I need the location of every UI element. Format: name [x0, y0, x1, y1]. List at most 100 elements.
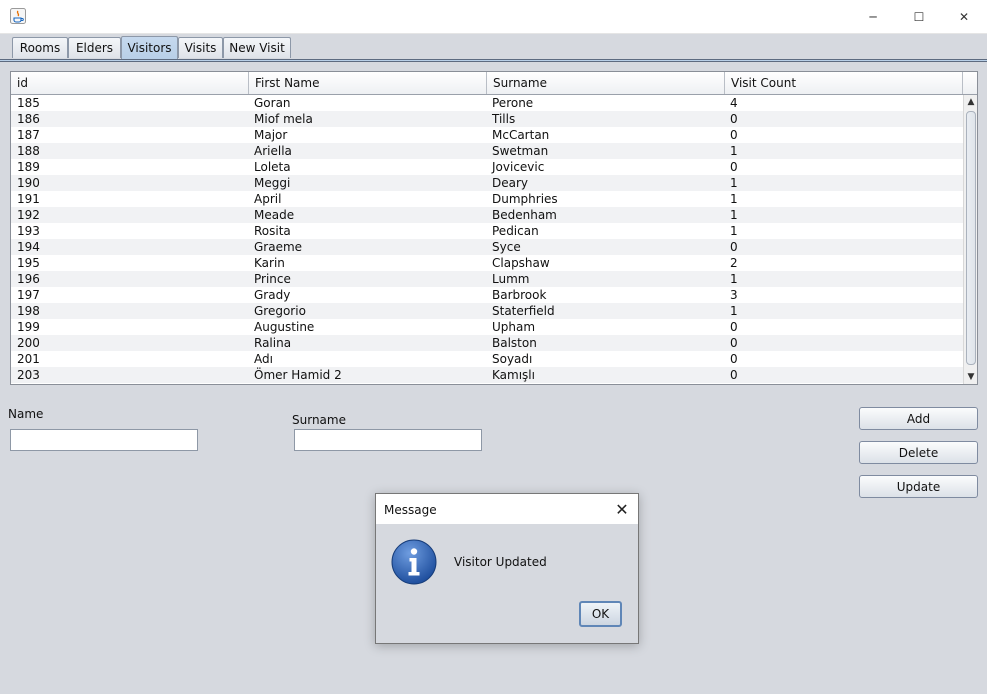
cell-surname: McCartan: [492, 128, 550, 142]
cell-visit-count: 1: [730, 176, 738, 190]
cell-id: 187: [17, 128, 40, 142]
cell-id: 194: [17, 240, 40, 254]
ok-button[interactable]: OK: [579, 601, 622, 627]
cell-id: 188: [17, 144, 40, 158]
cell-visit-count: 1: [730, 224, 738, 238]
maximize-button[interactable]: ☐: [896, 0, 942, 33]
close-window-button[interactable]: ✕: [941, 0, 987, 33]
table-row[interactable]: 185 Goran Perone 4: [11, 95, 963, 111]
cell-visit-count: 1: [730, 192, 738, 206]
table-row[interactable]: 187 Major McCartan 0: [11, 127, 963, 143]
cell-first-name: Gregorio: [254, 304, 306, 318]
cell-visit-count: 0: [730, 112, 738, 126]
table-row[interactable]: 198 Gregorio Staterfield 1: [11, 303, 963, 319]
cell-surname: Dumphries: [492, 192, 558, 206]
cell-first-name: Goran: [254, 96, 291, 110]
cell-first-name: Graeme: [254, 240, 303, 254]
table-row[interactable]: 192 Meade Bedenham 1: [11, 207, 963, 223]
scroll-down-icon[interactable]: ▼: [964, 370, 977, 384]
close-icon: ✕: [958, 9, 970, 24]
table-row[interactable]: 197 Grady Barbrook 3: [11, 287, 963, 303]
cell-id: 199: [17, 320, 40, 334]
cell-surname: Deary: [492, 176, 529, 190]
column-header-visit-count[interactable]: Visit Count: [725, 72, 963, 94]
table-row[interactable]: 196 Prince Lumm 1: [11, 271, 963, 287]
minimize-button[interactable]: ─: [850, 0, 896, 33]
cell-surname: Pedican: [492, 224, 539, 238]
cell-surname: Upham: [492, 320, 536, 334]
info-icon: [391, 539, 437, 585]
table-row[interactable]: 195 Karin Clapshaw 2: [11, 255, 963, 271]
tab-visitors[interactable]: Visitors: [121, 36, 178, 59]
table-row[interactable]: 203 Ömer Hamid 2 Kamışlı 0: [11, 367, 963, 383]
name-input[interactable]: [10, 429, 198, 451]
cell-id: 190: [17, 176, 40, 190]
scroll-thumb[interactable]: [966, 111, 976, 365]
column-header-id[interactable]: id: [11, 72, 249, 94]
cell-first-name: Karin: [254, 256, 285, 270]
tab-visits[interactable]: Visits: [178, 37, 223, 58]
cell-first-name: Prince: [254, 272, 291, 286]
minimize-icon: ─: [869, 9, 877, 24]
cell-id: 201: [17, 352, 40, 366]
table-row[interactable]: 191 April Dumphries 1: [11, 191, 963, 207]
cell-first-name: Miof mela: [254, 112, 313, 126]
scroll-up-icon[interactable]: ▲: [964, 95, 977, 109]
surname-input[interactable]: [294, 429, 482, 451]
table-row[interactable]: 190 Meggi Deary 1: [11, 175, 963, 191]
name-label: Name: [8, 407, 44, 421]
tab-new-visit[interactable]: New Visit: [223, 37, 291, 58]
cell-first-name: Adı: [254, 352, 273, 366]
cell-first-name: Augustine: [254, 320, 315, 334]
visitors-table: id First Name Surname Visit Count 185 Gor…: [10, 71, 978, 385]
update-button[interactable]: Update: [859, 475, 978, 498]
table-row[interactable]: 186 Miof mela Tills 0: [11, 111, 963, 127]
delete-button[interactable]: Delete: [859, 441, 978, 464]
add-button[interactable]: Add: [859, 407, 978, 430]
cell-id: 189: [17, 160, 40, 174]
column-header-first-name[interactable]: First Name: [249, 72, 487, 94]
dialog-close-button[interactable]: ✕: [612, 499, 632, 519]
table-row[interactable]: 194 Graeme Syce 0: [11, 239, 963, 255]
message-dialog: Message ✕ Visitor Updated OK: [375, 493, 639, 644]
table-row[interactable]: 199 Augustine Upham 0: [11, 319, 963, 335]
cell-first-name: Loleta: [254, 160, 291, 174]
table-row[interactable]: 200 Ralina Balston 0: [11, 335, 963, 351]
cell-visit-count: 1: [730, 272, 738, 286]
cell-visit-count: 0: [730, 240, 738, 254]
vertical-scrollbar[interactable]: ▲ ▼: [963, 95, 977, 384]
cell-first-name: Rosita: [254, 224, 291, 238]
window-titlebar: ─ ☐ ✕: [0, 0, 987, 34]
tab-rooms[interactable]: Rooms: [12, 37, 68, 58]
cell-surname: Tills: [492, 112, 516, 126]
cell-surname: Swetman: [492, 144, 549, 158]
cell-id: 197: [17, 288, 40, 302]
cell-visit-count: 1: [730, 304, 738, 318]
cell-id: 191: [17, 192, 40, 206]
dialog-title: Message: [384, 503, 437, 517]
cell-id: 196: [17, 272, 40, 286]
cell-first-name: Grady: [254, 288, 291, 302]
dialog-titlebar: Message ✕: [376, 494, 638, 524]
table-row[interactable]: 188 Ariella Swetman 1: [11, 143, 963, 159]
cell-visit-count: 2: [730, 256, 738, 270]
tab-elders[interactable]: Elders: [68, 37, 121, 58]
cell-id: 185: [17, 96, 40, 110]
cell-visit-count: 0: [730, 336, 738, 350]
cell-id: 195: [17, 256, 40, 270]
table-row[interactable]: 189 Loleta Jovicevic 0: [11, 159, 963, 175]
cell-visit-count: 0: [730, 128, 738, 142]
table-row[interactable]: 201 Adı Soyadı 0: [11, 351, 963, 367]
cell-surname: Perone: [492, 96, 534, 110]
cell-id: 192: [17, 208, 40, 222]
cell-surname: Jovicevic: [492, 160, 545, 174]
table-row[interactable]: 193 Rosita Pedican 1: [11, 223, 963, 239]
cell-visit-count: 0: [730, 352, 738, 366]
cell-id: 198: [17, 304, 40, 318]
cell-surname: Balston: [492, 336, 537, 350]
column-header-surname[interactable]: Surname: [487, 72, 725, 94]
cell-surname: Soyadı: [492, 352, 533, 366]
cell-id: 193: [17, 224, 40, 238]
dialog-message: Visitor Updated: [454, 555, 547, 569]
tab-bar: Rooms Elders Visitors Visits New Visit: [0, 36, 987, 60]
